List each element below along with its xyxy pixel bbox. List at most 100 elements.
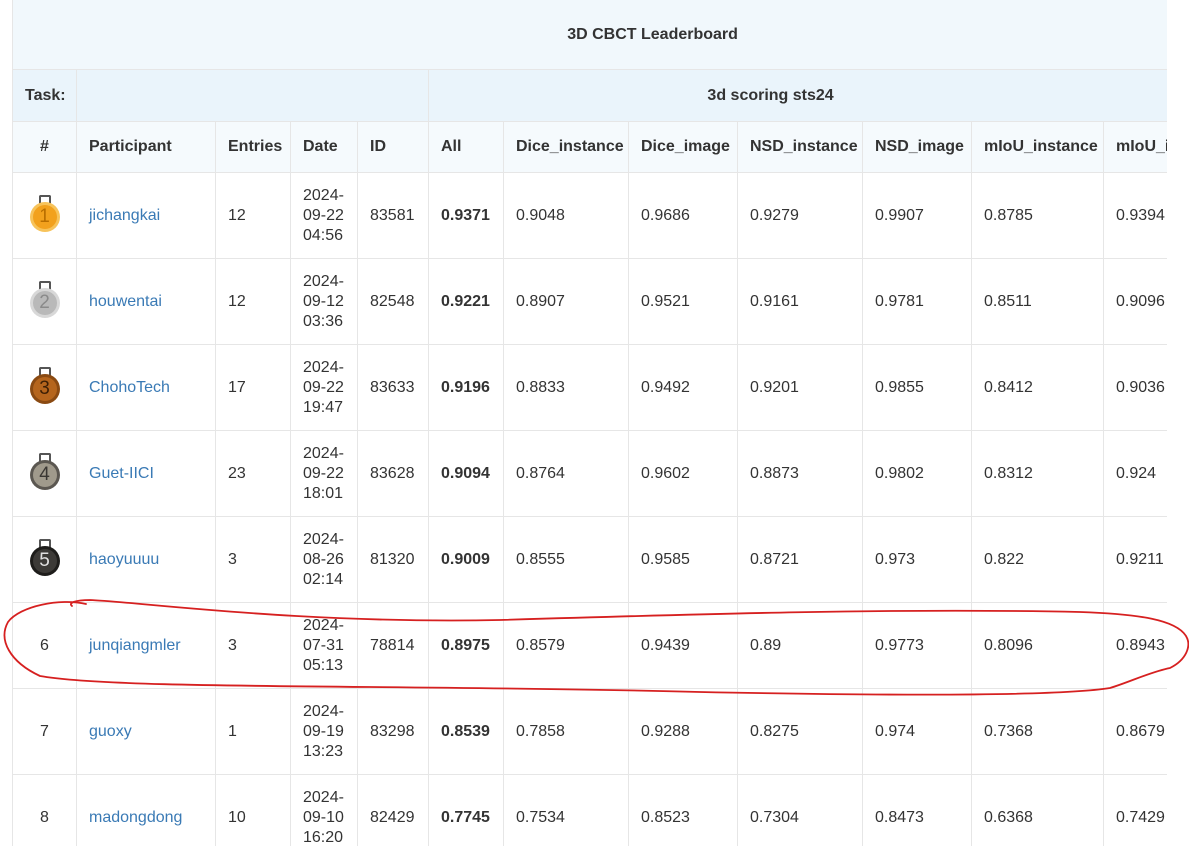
leaderboard-rows: 1 jichangkai 12 2024-09-22 04:56 83581 0.9371… — [12, 172, 1167, 846]
participant-link[interactable]: junqiangmler — [89, 637, 181, 654]
participant-link[interactable]: Guet-IICI — [89, 465, 154, 482]
nsd-image-cell: 0.9773 — [862, 602, 972, 689]
miou-instance-cell: 0.8785 — [971, 172, 1104, 259]
participant-link[interactable]: ChohoTech — [89, 379, 170, 396]
task-name-text: 3d scoring sts24 — [707, 86, 834, 104]
nsd-image-cell: 0.973 — [862, 516, 972, 603]
table-row: 1 jichangkai 12 2024-09-22 04:56 83581 0.9371… — [12, 172, 1167, 259]
col-header-participant[interactable]: Participant — [76, 121, 216, 173]
nsd-image-cell: 0.974 — [862, 688, 972, 775]
col-header-nsd-instance[interactable]: NSD_instance — [737, 121, 863, 173]
nsd-image-cell: 0.9781 — [862, 258, 972, 345]
entries-cell: 3 — [215, 516, 291, 603]
score-all-cell: 0.9371 — [428, 172, 504, 259]
rank-cell: 7 — [12, 688, 77, 775]
nsd-image-cell: 0.8473 — [862, 774, 972, 846]
col-header-entries[interactable]: Entries — [215, 121, 291, 173]
entry-id-cell: 82548 — [357, 258, 429, 345]
participant-link[interactable]: haoyuuuu — [89, 551, 159, 568]
dice-instance-cell: 0.8579 — [503, 602, 629, 689]
miou-image-cell: 0.9096 — [1102, 258, 1167, 345]
nsd-image-cell: 0.9855 — [862, 344, 972, 431]
entry-id-cell: 82429 — [357, 774, 429, 846]
rank-number: 6 — [40, 636, 49, 654]
table-row: 4 Guet-IICI 23 2024-09-22 18:01 83628 0.9094 0… — [12, 430, 1167, 517]
col-header-dice-instance[interactable]: Dice_instance — [503, 121, 629, 173]
rank-cell: 6 — [12, 602, 77, 689]
col-header-rank[interactable]: # — [12, 121, 77, 173]
col-header-date[interactable]: Date — [290, 121, 358, 173]
participant-cell: junqiangmler — [76, 602, 216, 689]
table-row: 5 haoyuuuu 3 2024-08-26 02:14 81320 0.9009 0.8… — [12, 516, 1167, 603]
leaderboard-viewport[interactable]: 3D CBCT Leaderboard Task: 3d scoring sts… — [12, 0, 1167, 846]
rank-cell: 8 — [12, 774, 77, 846]
score-all-cell: 0.8975 — [428, 602, 504, 689]
col-header-nsd-image[interactable]: NSD_image — [862, 121, 972, 173]
nsd-instance-cell: 0.8721 — [737, 516, 863, 603]
rank-number: 8 — [40, 808, 49, 826]
medal-disc: 2 — [29, 287, 60, 318]
nsd-instance-cell: 0.8873 — [737, 430, 863, 517]
participant-link[interactable]: jichangkai — [89, 207, 160, 224]
col-header-miou-instance[interactable]: mIoU_instance — [971, 121, 1104, 173]
participant-link[interactable]: guoxy — [89, 723, 132, 740]
miou-image-cell: 0.924 — [1102, 430, 1167, 517]
col-header-all[interactable]: All — [428, 121, 504, 173]
date-cell: 2024-09-19 13:23 — [290, 688, 358, 775]
score-all-cell: 0.9094 — [428, 430, 504, 517]
silver-medal-icon: 2 — [29, 280, 60, 323]
nsd-image-cell: 0.9802 — [862, 430, 972, 517]
participant-cell: madongdong — [76, 774, 216, 846]
column-header-row: # Participant Entries Date ID All Dice_i… — [12, 121, 1167, 173]
table-row: 8 madongdong 10 2024-09-10 16:20 82429 0.7745… — [12, 774, 1167, 846]
entry-id-cell: 83628 — [357, 430, 429, 517]
medal-rank-number: 3 — [32, 376, 57, 401]
medal-rank-number: 2 — [32, 290, 57, 315]
date-cell: 2024-09-22 04:56 — [290, 172, 358, 259]
miou-instance-cell: 0.7368 — [971, 688, 1104, 775]
medal-rank-number: 4 — [32, 462, 57, 487]
col-header-dice-image[interactable]: Dice_image — [628, 121, 738, 173]
miou-image-cell: 0.9036 — [1102, 344, 1167, 431]
rank-cell: 2 — [12, 258, 77, 345]
miou-instance-cell: 0.8412 — [971, 344, 1104, 431]
entries-cell: 17 — [215, 344, 291, 431]
entry-id-cell: 83581 — [357, 172, 429, 259]
participant-cell: jichangkai — [76, 172, 216, 259]
participant-cell: haoyuuuu — [76, 516, 216, 603]
miou-instance-cell: 0.8312 — [971, 430, 1104, 517]
miou-instance-cell: 0.822 — [971, 516, 1104, 603]
rank-cell: 1 — [12, 172, 77, 259]
task-label: Task: — [12, 69, 77, 122]
participant-cell: ChohoTech — [76, 344, 216, 431]
miou-instance-cell: 0.8511 — [971, 258, 1104, 345]
dice-image-cell: 0.9521 — [628, 258, 738, 345]
participant-link[interactable]: madongdong — [89, 809, 182, 826]
entries-cell: 12 — [215, 172, 291, 259]
medal-disc: 4 — [29, 459, 60, 490]
entry-id-cell: 81320 — [357, 516, 429, 603]
date-cell: 2024-09-22 19:47 — [290, 344, 358, 431]
table-row: 3 ChohoTech 17 2024-09-22 19:47 83633 0.9196 0… — [12, 344, 1167, 431]
miou-image-cell: 0.7429 — [1102, 774, 1167, 846]
gold-medal-icon: 1 — [29, 194, 60, 237]
entries-cell: 3 — [215, 602, 291, 689]
medal-rank-number: 1 — [32, 204, 57, 229]
table-row: 7 guoxy 1 2024-09-19 13:23 83298 0.8539 0.7858… — [12, 688, 1167, 775]
dice-image-cell: 0.9492 — [628, 344, 738, 431]
col-header-miou-image[interactable]: mIoU_i — [1102, 121, 1167, 173]
participant-link[interactable]: houwentai — [89, 293, 162, 310]
leaderboard-title: 3D CBCT Leaderboard — [12, 0, 1167, 70]
medal-disc: 3 — [29, 373, 60, 404]
nsd-instance-cell: 0.9201 — [737, 344, 863, 431]
dice-instance-cell: 0.7534 — [503, 774, 629, 846]
date-cell: 2024-09-10 16:20 — [290, 774, 358, 846]
dice-image-cell: 0.9439 — [628, 602, 738, 689]
fifth-place-medal-icon: 5 — [29, 538, 60, 581]
participant-cell: guoxy — [76, 688, 216, 775]
col-header-id[interactable]: ID — [357, 121, 429, 173]
title-row: 3D CBCT Leaderboard — [12, 0, 1167, 70]
score-all-cell: 0.9221 — [428, 258, 504, 345]
dice-instance-cell: 0.8555 — [503, 516, 629, 603]
date-cell: 2024-09-22 18:01 — [290, 430, 358, 517]
